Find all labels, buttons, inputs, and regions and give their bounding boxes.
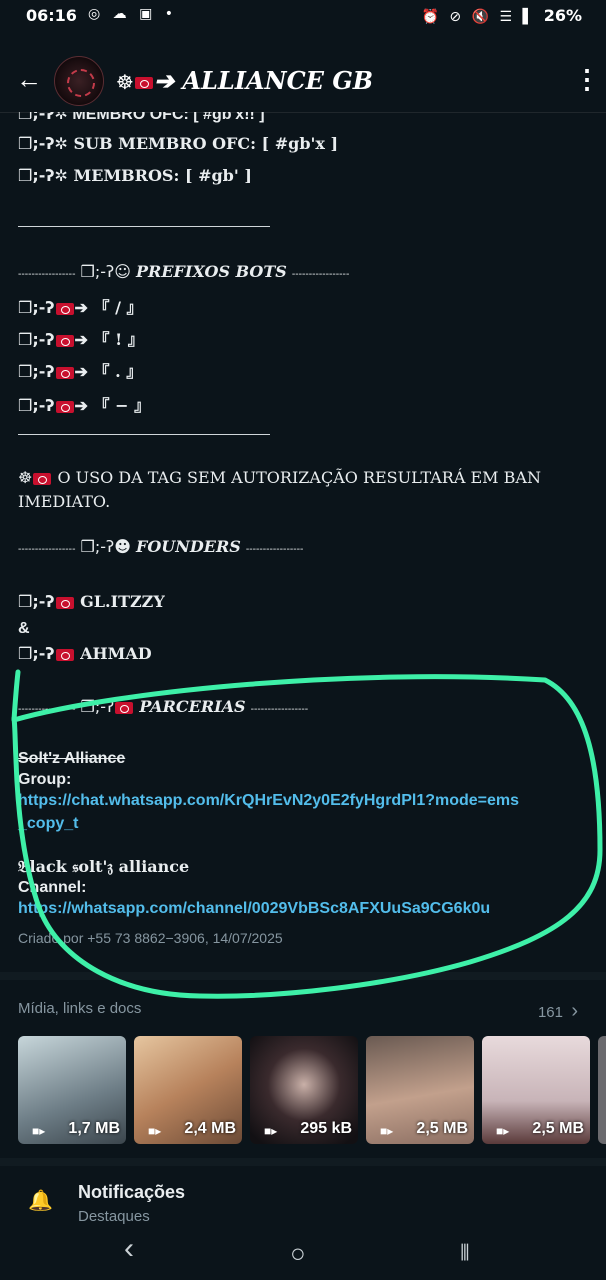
green-annotation-scribble	[11, 669, 603, 999]
